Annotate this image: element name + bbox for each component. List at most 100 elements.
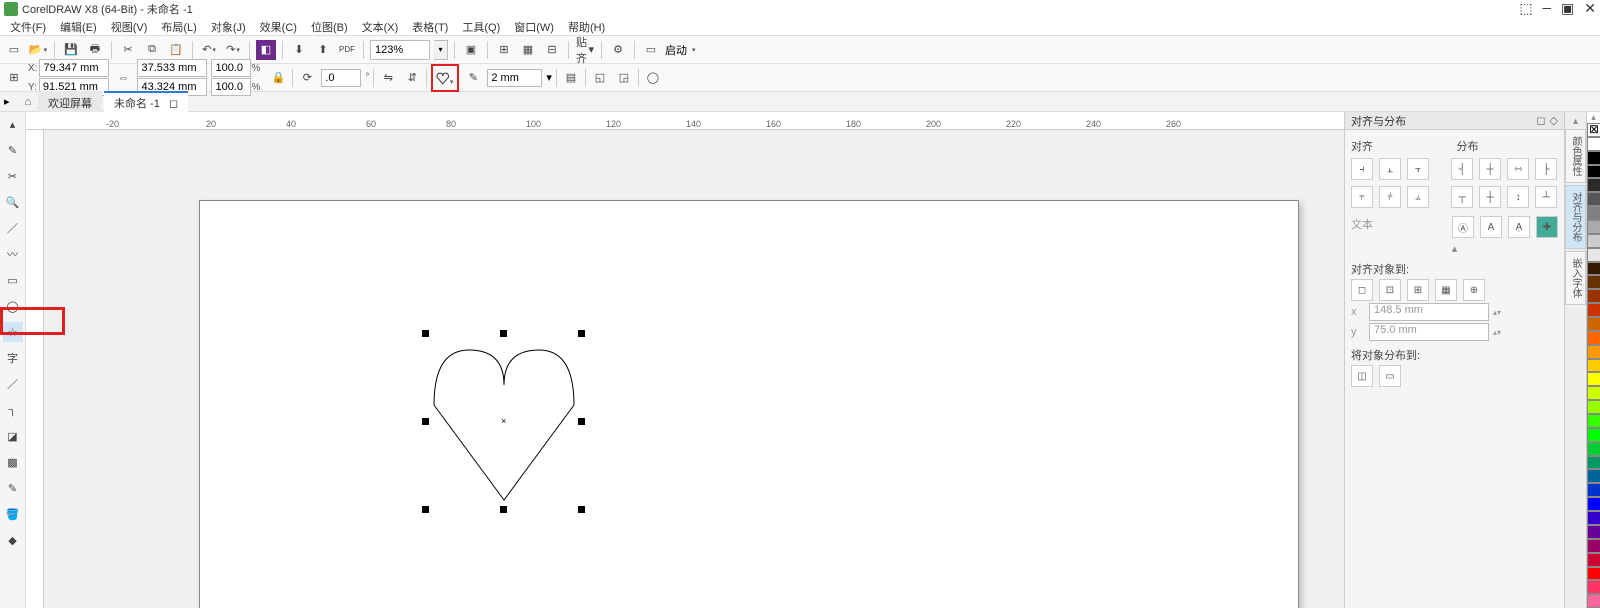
color-swatch-29[interactable] [1587, 539, 1600, 553]
handle-n[interactable] [500, 330, 507, 337]
dist-right-icon[interactable]: ├ [1535, 158, 1557, 180]
dist-spacing-v-icon[interactable]: ↕ [1507, 186, 1529, 208]
rulers-icon[interactable]: ⊞ [494, 40, 514, 60]
guides-icon[interactable]: ⊟ [542, 40, 562, 60]
snap-button[interactable]: 贴齐▾ [575, 40, 595, 60]
text-baseline-icon[interactable]: Ⓐ [1452, 216, 1474, 238]
scale-x-field[interactable]: 100.0 [211, 59, 251, 77]
color-swatch-1[interactable] [1587, 151, 1600, 165]
launch-label[interactable]: 启动 [665, 42, 687, 58]
side-tab-align[interactable]: 对齐与分布 [1565, 185, 1586, 249]
color-swatch-19[interactable] [1587, 400, 1600, 414]
dropshadow-tool[interactable]: ◪ [3, 426, 23, 446]
color-swatch-14[interactable] [1587, 331, 1600, 345]
color-swatch-18[interactable] [1587, 386, 1600, 400]
vertical-ruler[interactable] [26, 130, 44, 608]
to-front-icon[interactable]: ◱ [590, 68, 610, 88]
handle-sw[interactable] [422, 506, 429, 513]
artistic-tool[interactable]: 〰 [3, 244, 23, 264]
tab-document[interactable]: 未命名 -1 ◻ [104, 91, 188, 113]
color-swatch-22[interactable] [1587, 442, 1600, 456]
outline-tool[interactable]: ◆ [3, 530, 23, 550]
search-icon[interactable]: ◧ [256, 40, 276, 60]
dist-spacing-h-icon[interactable]: ⇿ [1507, 158, 1529, 180]
side-tab-up[interactable]: ▴ [1573, 116, 1578, 127]
wrap-text-icon[interactable]: ▤ [561, 68, 581, 88]
zoom-field[interactable]: 123% [370, 40, 430, 60]
crop-tool[interactable]: ✂ [3, 166, 23, 186]
align-bottom-icon[interactable]: ⫨ [1407, 186, 1429, 208]
handle-ne[interactable] [578, 330, 585, 337]
no-fill-swatch[interactable]: ⊠ [1587, 123, 1600, 137]
dist-center-v-icon[interactable]: ┼ [1479, 186, 1501, 208]
text-outline-icon[interactable]: ✚ [1536, 216, 1558, 238]
obj-origin-icon[interactable]: ⊞ [4, 68, 24, 88]
color-swatch-21[interactable] [1587, 428, 1600, 442]
horizontal-ruler[interactable]: -20 20 40 60 80 100 120 140 160 180 200 … [26, 112, 1344, 130]
zoom-dropdown[interactable]: ▾ [434, 40, 448, 60]
drawing-canvas[interactable]: × [44, 130, 1344, 608]
pick-tool[interactable]: ▴ [3, 114, 23, 134]
open-icon[interactable]: 📂▾ [28, 40, 48, 60]
docker-close-icon[interactable]: ◇ [1550, 114, 1558, 127]
color-swatch-0[interactable] [1587, 137, 1600, 151]
copy-icon[interactable]: ⧉ [142, 40, 162, 60]
color-swatch-9[interactable] [1587, 262, 1600, 276]
align-x-field[interactable]: 148.5 mm [1369, 303, 1489, 321]
parallel-dim-tool[interactable]: ／ [3, 374, 23, 394]
export-icon[interactable]: ⬆ [313, 40, 333, 60]
dist-bottom-icon[interactable]: ┴ [1535, 186, 1557, 208]
mirror-v-icon[interactable]: ⇵ [402, 68, 422, 88]
color-swatch-4[interactable] [1587, 192, 1600, 206]
align-top-icon[interactable]: ⫧ [1351, 186, 1373, 208]
import-icon[interactable]: ⬇ [289, 40, 309, 60]
text-tool[interactable]: 字 [3, 348, 23, 368]
color-swatch-20[interactable] [1587, 414, 1600, 428]
dist-to-page-icon[interactable]: ▭ [1379, 365, 1401, 387]
menu-edit[interactable]: 编辑(E) [54, 18, 103, 36]
paste-icon[interactable]: 📋 [166, 40, 186, 60]
text-a-icon[interactable]: A [1480, 216, 1502, 238]
color-swatch-23[interactable] [1587, 456, 1600, 470]
color-swatch-27[interactable] [1587, 511, 1600, 525]
rotation-field[interactable]: .0 [321, 69, 361, 87]
menu-view[interactable]: 视图(V) [105, 18, 154, 36]
color-swatch-25[interactable] [1587, 483, 1600, 497]
docker-pin-icon[interactable]: ◻ [1536, 114, 1545, 127]
align-y-field[interactable]: 75.0 mm [1369, 323, 1489, 341]
handle-nw[interactable] [422, 330, 429, 337]
align-left-icon[interactable]: ⫞ [1351, 158, 1373, 180]
color-swatch-24[interactable] [1587, 469, 1600, 483]
align-to-page-center-icon[interactable]: ⊞ [1407, 279, 1429, 301]
cut-icon[interactable]: ✂ [118, 40, 138, 60]
color-swatch-17[interactable] [1587, 372, 1600, 386]
menu-table[interactable]: 表格(T) [406, 18, 454, 36]
color-swatch-2[interactable] [1587, 165, 1600, 179]
menu-layout[interactable]: 布局(L) [155, 18, 202, 36]
dist-center-h-icon[interactable]: ┼ [1479, 158, 1501, 180]
dist-top-icon[interactable]: ┬ [1451, 186, 1473, 208]
side-tab-font[interactable]: 嵌入字体 [1565, 251, 1586, 305]
text-a2-icon[interactable]: Ạ [1508, 216, 1530, 238]
size-lock-icon[interactable]: ⇔ [113, 68, 133, 88]
redo-icon[interactable]: ↷▾ [223, 40, 243, 60]
scale-y-field[interactable]: 100.0 [211, 78, 251, 96]
undo-icon[interactable]: ↶▾ [199, 40, 219, 60]
outline-width-dropdown[interactable]: ▾ [546, 71, 552, 84]
connector-tool[interactable]: ┐ [3, 400, 23, 420]
maximize-button[interactable]: ▣ [1561, 1, 1574, 18]
color-swatch-16[interactable] [1587, 359, 1600, 373]
handle-w[interactable] [422, 418, 429, 425]
color-swatch-30[interactable] [1587, 553, 1600, 567]
zoom-tool[interactable]: 🔍 [3, 192, 23, 212]
color-swatch-26[interactable] [1587, 497, 1600, 511]
options-icon[interactable]: ⚙ [608, 40, 628, 60]
align-to-page-edge-icon[interactable]: ⊡ [1379, 279, 1401, 301]
align-center-h-icon[interactable]: ⫠ [1379, 158, 1401, 180]
eyedropper-tool[interactable]: ✎ [3, 478, 23, 498]
lock-ratio-icon[interactable]: 🔒 [268, 68, 288, 88]
handle-s[interactable] [500, 506, 507, 513]
fill-tool[interactable]: 🪣 [3, 504, 23, 524]
menu-object[interactable]: 对象(J) [205, 18, 252, 36]
color-swatch-10[interactable] [1587, 275, 1600, 289]
